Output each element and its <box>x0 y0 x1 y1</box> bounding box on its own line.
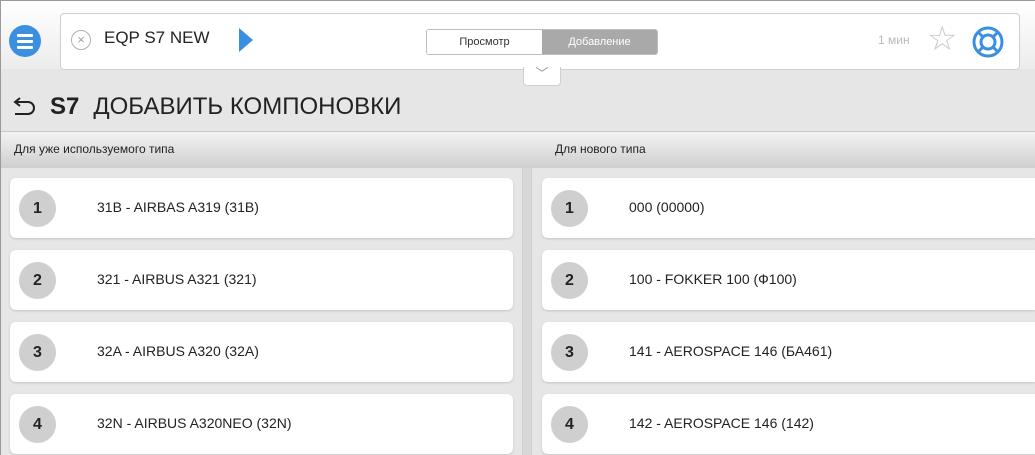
item-label: 31B - AIRBAS A319 (31B) <box>97 199 259 215</box>
view-mode-button[interactable]: Просмотр <box>427 30 542 54</box>
page-code: S7 <box>50 93 80 120</box>
item-label: 142 - AEROSPACE 146 (142) <box>629 415 814 431</box>
list-item[interactable]: 1 000 (00000) <box>542 178 1035 238</box>
item-number-badge: 3 <box>19 334 56 371</box>
play-arrow-icon[interactable] <box>239 28 253 52</box>
star-icon[interactable]: ☆ <box>927 22 957 56</box>
item-number-badge: 2 <box>19 262 56 299</box>
item-number-badge: 3 <box>551 334 588 371</box>
section-header-bar: Для уже используемого типа Для нового ти… <box>1 131 1035 168</box>
list-item[interactable]: 2 100 - FOKKER 100 (Ф100) <box>542 250 1035 310</box>
item-number-badge: 1 <box>551 190 588 227</box>
item-label: 321 - AIRBUS A321 (321) <box>97 271 257 287</box>
list-item[interactable]: 2 321 - AIRBUS A321 (321) <box>10 250 513 310</box>
right-section-heading: Для нового типа <box>555 142 646 156</box>
lifebuoy-icon[interactable] <box>971 25 1005 59</box>
item-label: 000 (00000) <box>629 199 705 215</box>
top-bar: × EQP S7 NEW Просмотр Добавление 1 мин ☆ <box>1 1 1035 70</box>
item-label: 100 - FOKKER 100 (Ф100) <box>629 271 797 287</box>
item-number-badge: 2 <box>551 262 588 299</box>
item-number-badge: 4 <box>551 406 588 443</box>
item-label: 32A - AIRBUS A320 (32A) <box>97 343 259 359</box>
list-item[interactable]: 3 32A - AIRBUS A320 (32A) <box>10 322 513 382</box>
list-item[interactable]: 3 141 - AEROSPACE 146 (БА461) <box>542 322 1035 382</box>
hamburger-icon <box>17 33 33 37</box>
hamburger-icon-line <box>17 45 33 49</box>
mode-switch: Просмотр Добавление <box>426 29 658 55</box>
tab-title[interactable]: EQP S7 NEW <box>104 28 210 48</box>
left-section-heading: Для уже используемого типа <box>14 142 175 156</box>
item-number-badge: 4 <box>19 406 56 443</box>
page-header: S7 ДОБАВИТЬ КОМПОНОВКИ <box>12 92 401 122</box>
list-item[interactable]: 1 31B - AIRBAS A319 (31B) <box>10 178 513 238</box>
item-label: 141 - AEROSPACE 146 (БА461) <box>629 343 833 359</box>
hamburger-icon-line <box>17 39 33 43</box>
menu-button[interactable] <box>9 25 41 57</box>
list-item[interactable]: 4 32N - AIRBUS A320NEO (32N) <box>10 394 513 454</box>
column-divider <box>522 168 532 455</box>
page-title: ДОБАВИТЬ КОМПОНОВКИ <box>93 93 402 120</box>
document-tab: × EQP S7 NEW Просмотр Добавление 1 мин ☆ <box>60 13 1020 70</box>
elapsed-time: 1 мин <box>878 33 910 47</box>
chevron-down-icon[interactable]: ﹀ <box>523 67 561 86</box>
close-icon[interactable]: × <box>71 30 91 50</box>
add-mode-button[interactable]: Добавление <box>542 30 657 54</box>
item-number-badge: 1 <box>19 190 56 227</box>
list-item[interactable]: 4 142 - AEROSPACE 146 (142) <box>542 394 1035 454</box>
back-arrow-icon[interactable] <box>12 97 36 117</box>
item-label: 32N - AIRBUS A320NEO (32N) <box>97 415 292 431</box>
